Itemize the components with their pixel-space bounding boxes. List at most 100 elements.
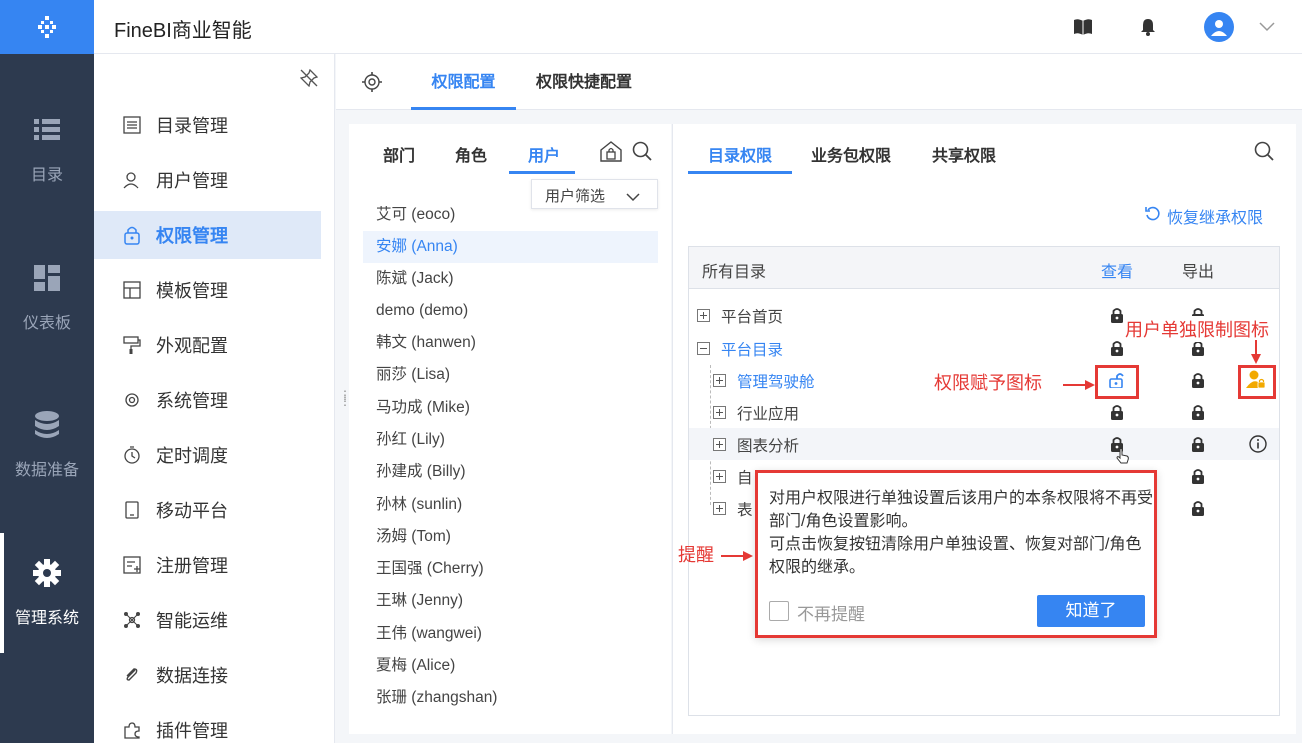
expand-icon[interactable] <box>697 309 710 322</box>
chevron-down-icon[interactable] <box>1256 16 1278 38</box>
no-remind-checkbox[interactable] <box>769 601 789 621</box>
annotation-reminder: 提醒 <box>678 545 714 565</box>
avatar[interactable] <box>1204 12 1234 42</box>
submenu-item-mobile[interactable]: 移动平台 <box>94 486 321 534</box>
nav-item-data-prep[interactable]: 数据准备 <box>0 385 94 505</box>
expand-icon[interactable] <box>713 406 726 419</box>
submenu-item-permission-mgmt[interactable]: 权限管理 <box>94 211 321 259</box>
arrow-right-icon <box>721 548 753 566</box>
user-row[interactable]: 孙林 (sunlin) <box>363 489 658 521</box>
nav-label: 目录 <box>30 167 63 184</box>
header-all-catalogs: 所有目录 <box>702 264 767 281</box>
brush-icon <box>122 335 142 355</box>
collapse-icon[interactable] <box>697 342 710 355</box>
user-row[interactable]: 王伟 (wangwei) <box>363 618 658 650</box>
user-row[interactable]: 陈斌 (Jack) <box>363 263 658 295</box>
tab-permission-config[interactable]: 权限配置 <box>411 54 516 110</box>
user-row[interactable]: 安娜 (Anna) <box>363 231 658 263</box>
user-row[interactable]: 王国强 (Cherry) <box>363 553 658 585</box>
tab-quick-config[interactable]: 权限快捷配置 <box>532 54 636 110</box>
unpin-icon[interactable] <box>299 68 319 92</box>
app-title: FineBI商业智能 <box>114 20 252 42</box>
tab-user[interactable]: 用户 <box>528 142 560 166</box>
grant-icon-highlight <box>1095 365 1139 399</box>
user-row[interactable]: 马功成 (Mike) <box>363 392 658 424</box>
user-row[interactable]: 艾可 (eoco) <box>363 199 658 231</box>
table-row[interactable]: 图表分析 <box>689 428 1279 464</box>
search-icon[interactable] <box>1254 141 1274 166</box>
lock-icon[interactable] <box>1188 433 1208 455</box>
lock-icon[interactable] <box>1188 465 1208 487</box>
user-row[interactable]: 孙红 (Lily) <box>363 424 658 456</box>
network-icon <box>122 610 142 630</box>
register-icon <box>122 555 142 575</box>
tab-share-permission[interactable]: 共享权限 <box>932 142 996 166</box>
user-limit-highlight <box>1238 365 1276 399</box>
search-icon[interactable] <box>632 141 652 166</box>
app-logo[interactable] <box>0 0 94 54</box>
nav-item-catalog[interactable]: 目录 <box>0 90 94 210</box>
filter-lock-icon[interactable] <box>599 140 623 167</box>
submenu-label: 外观配置 <box>156 336 228 356</box>
header-export[interactable]: 导出 <box>1182 258 1214 282</box>
user-row[interactable]: 丽莎 (Lisa) <box>363 359 658 391</box>
row-label: 管理驾驶舱 <box>737 374 815 391</box>
lock-icon[interactable] <box>1188 497 1208 519</box>
nav-label: 数据准备 <box>14 462 79 479</box>
submenu-item-user-mgmt[interactable]: 用户管理 <box>94 156 321 204</box>
submenu-item-schedule[interactable]: 定时调度 <box>94 431 321 479</box>
dashboard-icon <box>32 263 62 293</box>
nav-item-dashboard[interactable]: 仪表板 <box>0 238 94 358</box>
arrow-down-icon <box>1251 340 1261 369</box>
tab-catalog-permission[interactable]: 目录权限 <box>708 142 772 166</box>
submenu-item-system-mgmt[interactable]: 系统管理 <box>94 376 321 424</box>
submenu-label: 模板管理 <box>156 281 228 301</box>
lock-icon[interactable] <box>1107 401 1127 423</box>
row-label: 行业应用 <box>737 406 800 423</box>
lock-icon[interactable] <box>1188 401 1208 423</box>
user-row[interactable]: 王琳 (Jenny) <box>363 585 658 617</box>
submenu-item-data-connection[interactable]: 数据连接 <box>94 651 321 699</box>
expand-icon[interactable] <box>713 470 726 483</box>
submenu-item-template-mgmt[interactable]: 模板管理 <box>94 266 321 314</box>
bell-icon[interactable] <box>1137 16 1159 38</box>
submenu-item-appearance[interactable]: 外观配置 <box>94 321 321 369</box>
user-icon <box>122 170 142 190</box>
template-icon <box>122 280 142 300</box>
expand-icon[interactable] <box>713 438 726 451</box>
permission-panel: 目录权限 业务包权限 共享权限 恢复继承权限 所有目录 查看 导出 平台首页 平… <box>672 124 1296 734</box>
restore-icon <box>1145 206 1161 227</box>
header-view[interactable]: 查看 <box>1101 258 1133 282</box>
puzzle-icon <box>122 720 142 740</box>
annotation-user-limit-icon: 用户单独限制图标 <box>1123 316 1271 342</box>
submenu-item-plugin[interactable]: 插件管理 <box>94 706 321 743</box>
tab-role[interactable]: 角色 <box>455 142 487 166</box>
table-row[interactable]: 行业应用 <box>689 396 1279 428</box>
help-book-icon[interactable] <box>1072 16 1094 38</box>
link-icon <box>122 665 142 685</box>
user-row[interactable]: demo (demo) <box>363 295 658 327</box>
permission-tabbar: 权限配置 权限快捷配置 <box>336 54 1302 110</box>
settings-icon[interactable] <box>362 72 382 97</box>
user-row[interactable]: 孙建成 (Billy) <box>363 456 658 488</box>
nav-item-admin[interactable]: 管理系统 <box>0 533 94 653</box>
tab-department[interactable]: 部门 <box>383 142 415 166</box>
user-row[interactable]: 张珊 (zhangshan) <box>363 682 658 714</box>
gear-icon <box>32 558 62 588</box>
submenu-item-catalog-mgmt[interactable]: 目录管理 <box>94 101 321 149</box>
user-row[interactable]: 夏梅 (Alice) <box>363 650 658 682</box>
user-row[interactable]: 汤姆 (Tom) <box>363 521 658 553</box>
table-header: 所有目录 查看 导出 <box>689 247 1279 289</box>
tab-package-permission[interactable]: 业务包权限 <box>811 142 891 166</box>
submenu-label: 插件管理 <box>156 721 228 741</box>
user-row[interactable]: 韩文 (hanwen) <box>363 327 658 359</box>
info-icon[interactable] <box>1248 433 1268 455</box>
submenu-item-ops[interactable]: 智能运维 <box>94 596 321 644</box>
submenu-item-registration[interactable]: 注册管理 <box>94 541 321 589</box>
got-it-button[interactable]: 知道了 <box>1037 595 1145 627</box>
expand-icon[interactable] <box>713 502 726 515</box>
expand-icon[interactable] <box>713 374 726 387</box>
lock-icon[interactable] <box>1188 369 1208 391</box>
annotation-grant-icon: 权限赋予图标 <box>934 373 1042 393</box>
restore-inherit-button[interactable]: 恢复继承权限 <box>1145 204 1263 228</box>
